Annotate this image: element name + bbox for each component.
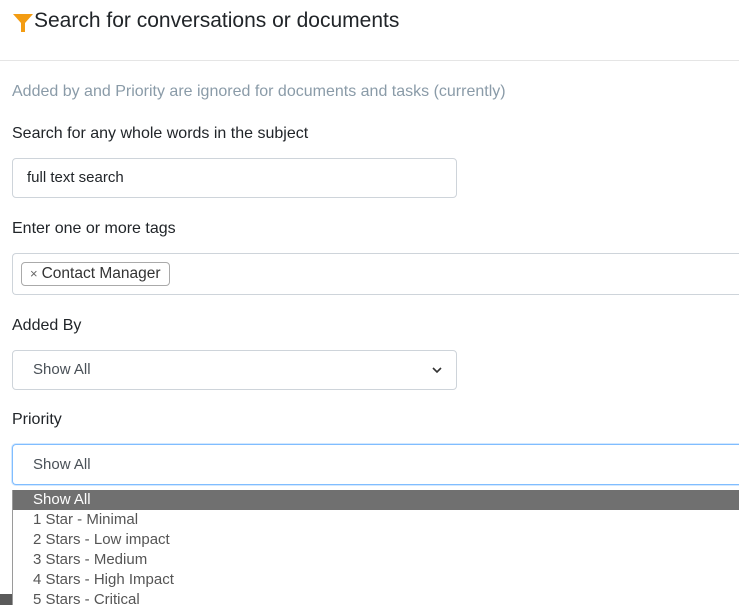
priority-option[interactable]: 4 Stars - High Impact: [13, 570, 739, 590]
chevron-down-icon: [432, 367, 442, 374]
priority-select[interactable]: Show All: [12, 444, 739, 485]
page-title: Search for conversations or documents: [34, 9, 400, 32]
tag-remove-icon[interactable]: ×: [30, 266, 38, 281]
filter-icon: [13, 14, 33, 32]
priority-option[interactable]: 1 Star - Minimal: [13, 510, 739, 530]
tag-label: Contact Manager: [41, 265, 161, 282]
subject-search-label: Search for any whole words in the subjec…: [12, 125, 309, 142]
page-header: Search for conversations or documents: [0, 0, 739, 61]
priority-label: Priority: [12, 411, 62, 428]
tags-label: Enter one or more tags: [12, 220, 176, 237]
priority-option[interactable]: 5 Stars - Critical: [13, 590, 739, 605]
tags-input[interactable]: × Contact Manager: [12, 253, 739, 295]
taskbar-edge: [0, 594, 12, 605]
added-by-value: Show All: [33, 361, 91, 378]
info-note: Added by and Priority are ignored for do…: [12, 83, 506, 100]
tag-chip: × Contact Manager: [21, 262, 170, 286]
added-by-label: Added By: [12, 317, 82, 334]
priority-option[interactable]: 2 Stars - Low impact: [13, 530, 739, 550]
priority-dropdown-list: Show All 1 Star - Minimal 2 Stars - Low …: [12, 490, 739, 605]
priority-option[interactable]: 3 Stars - Medium: [13, 550, 739, 570]
priority-value: Show All: [33, 456, 91, 473]
subject-search-input[interactable]: full text search: [12, 158, 457, 198]
added-by-select[interactable]: Show All: [12, 350, 457, 390]
priority-option[interactable]: Show All: [13, 490, 739, 510]
